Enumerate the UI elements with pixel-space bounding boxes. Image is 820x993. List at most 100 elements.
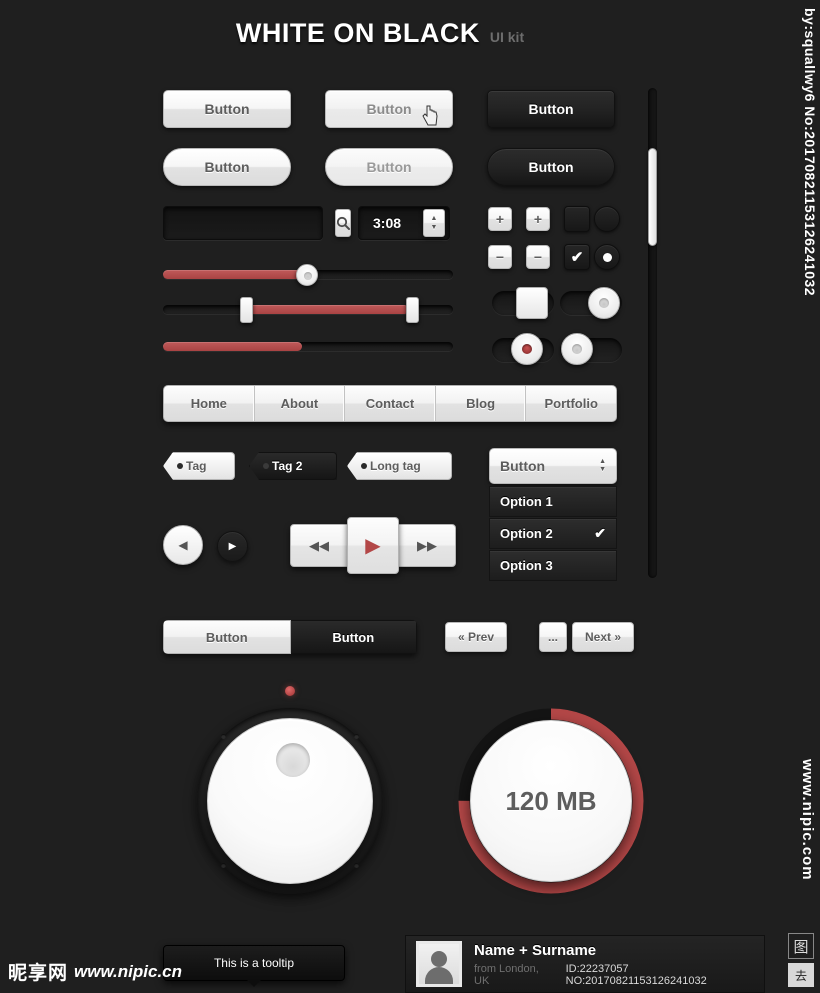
profile-card: Name + Surname from London, UK ID:222370… bbox=[405, 935, 765, 993]
radio-checked[interactable] bbox=[594, 244, 620, 270]
watermark-logo-icon-2: 去 bbox=[788, 963, 814, 987]
checkbox-checked[interactable]: ✔ bbox=[564, 244, 590, 270]
tooltip: This is a tooltip bbox=[163, 945, 345, 987]
dropdown-list: Option 1 Option 2 ✔ Option 3 bbox=[489, 486, 617, 582]
dropdown-label: Button bbox=[500, 458, 546, 474]
watermark-logo-icon: 图 bbox=[788, 933, 814, 959]
rewind-button[interactable]: ◀◀ bbox=[290, 524, 348, 567]
toggle-round-red-handle[interactable] bbox=[511, 333, 543, 365]
arrow-right-icon: ▶ bbox=[228, 541, 237, 552]
watermark-site-vertical: www.nipic.com bbox=[799, 759, 816, 881]
forward-button[interactable]: ▶▶ bbox=[398, 524, 456, 567]
magnifier-glyph bbox=[336, 216, 350, 230]
nav-item-portfolio[interactable]: Portfolio bbox=[526, 386, 616, 421]
dial-screw-icon bbox=[354, 734, 359, 739]
nav-item-about[interactable]: About bbox=[255, 386, 346, 421]
stepper-minus-button-1[interactable]: − bbox=[488, 245, 512, 269]
scrollbar-thumb[interactable] bbox=[648, 148, 657, 246]
button-square-dark[interactable]: Button bbox=[487, 90, 615, 128]
fast-forward-icon: ▶▶ bbox=[417, 537, 437, 553]
segmented-control: Button Button bbox=[163, 620, 417, 654]
watermark-brand-logo: 昵享网 bbox=[8, 962, 69, 984]
tooltip-text: This is a tooltip bbox=[213, 956, 295, 970]
ui-kit-canvas: WHITE ON BLACK UI kit Button Button Butto… bbox=[0, 0, 820, 993]
avatar-head-icon bbox=[431, 951, 447, 967]
storage-gauge: 120 MB bbox=[470, 720, 632, 882]
toggle-handle-dimple-icon bbox=[572, 344, 582, 354]
next-circle-button[interactable]: ▶ bbox=[217, 531, 248, 562]
knob-indicator-icon bbox=[276, 743, 310, 777]
button-square-light-hover[interactable]: Button bbox=[325, 90, 453, 128]
caret-up-icon[interactable]: ▲ bbox=[431, 215, 438, 222]
search-input[interactable] bbox=[164, 216, 335, 230]
nav-item-contact[interactable]: Contact bbox=[345, 386, 436, 421]
page-title-sub: UI kit bbox=[489, 29, 525, 45]
nav-item-blog[interactable]: Blog bbox=[436, 386, 527, 421]
tag-label: Tag bbox=[186, 459, 207, 473]
profile-text: Name + Surname from London, UK ID:222370… bbox=[474, 942, 754, 987]
tag-label: Long tag bbox=[370, 459, 421, 473]
scrollbar-track[interactable] bbox=[648, 88, 657, 578]
page-title-main: WHITE ON BLACK bbox=[235, 18, 480, 48]
toggle-round-off-handle[interactable] bbox=[561, 333, 593, 365]
toggle-round-on-handle[interactable] bbox=[588, 287, 620, 319]
pagination-prev-button[interactable]: « Prev bbox=[445, 622, 508, 652]
range-slider-handle-end[interactable] bbox=[406, 297, 419, 323]
stepper-minus-button-2[interactable]: − bbox=[526, 245, 550, 269]
chevron-updown-icon: ▲ ▼ bbox=[599, 458, 606, 473]
segment-button-active[interactable]: Button bbox=[163, 620, 291, 654]
pagination-next-button[interactable]: Next » bbox=[572, 622, 635, 652]
profile-id: ID:22237057 NO:20170821153126241032 bbox=[565, 962, 707, 987]
progress-slider-fill bbox=[163, 342, 303, 351]
tooltip-arrow-icon bbox=[247, 980, 261, 987]
page-title: WHITE ON BLACK UI kit bbox=[0, 18, 760, 49]
dropdown-button[interactable]: Button ▲ ▼ bbox=[489, 448, 617, 484]
time-spinner[interactable]: 3:08 ▲ ▼ bbox=[358, 206, 450, 240]
volume-knob[interactable] bbox=[207, 718, 373, 884]
watermark-brand-url: www.nipic.cn bbox=[74, 961, 183, 981]
stepper-plus-button-1[interactable]: + bbox=[488, 207, 512, 231]
toggle-handle-dimple-icon bbox=[599, 298, 609, 308]
play-button[interactable]: ▶ bbox=[347, 517, 399, 574]
progress-slider-track[interactable] bbox=[163, 342, 453, 351]
toggle-square-on-handle[interactable] bbox=[516, 287, 548, 319]
navbar: Home About Contact Blog Portfolio bbox=[163, 385, 617, 422]
dropdown-option-2[interactable]: Option 2 ✔ bbox=[489, 518, 617, 549]
dropdown-option-1[interactable]: Option 1 bbox=[489, 486, 617, 517]
checkbox-unchecked[interactable] bbox=[564, 206, 590, 232]
avatar-body-icon bbox=[425, 967, 453, 984]
dropdown-option-label: Option 1 bbox=[500, 494, 553, 509]
watermark-brand: 昵享网 www.nipic.cn bbox=[8, 958, 182, 985]
play-icon: ▶ bbox=[365, 535, 381, 557]
radio-unchecked[interactable] bbox=[594, 206, 620, 232]
tag-light-3[interactable]: Long tag bbox=[347, 452, 452, 480]
caret-down-icon[interactable]: ▼ bbox=[431, 224, 438, 231]
dropdown-option-3[interactable]: Option 3 bbox=[489, 550, 617, 581]
tag-dark-2[interactable]: Tag 2 bbox=[249, 452, 337, 480]
pagination-ellipsis-button[interactable]: ... bbox=[539, 622, 568, 652]
range-slider-handle-start[interactable] bbox=[240, 297, 253, 323]
spinner-buttons[interactable]: ▲ ▼ bbox=[423, 209, 445, 237]
button-pill-light[interactable]: Button bbox=[163, 148, 291, 186]
tag-light-1[interactable]: Tag bbox=[163, 452, 235, 480]
range-slider-fill bbox=[244, 305, 410, 314]
tag-label: Tag 2 bbox=[272, 459, 303, 473]
radio-dot-icon bbox=[602, 252, 612, 262]
single-slider-fill bbox=[163, 270, 303, 279]
segment-button-inactive[interactable]: Button bbox=[290, 620, 417, 654]
gauge-value-label: 120 MB bbox=[505, 785, 597, 816]
button-pill-dark[interactable]: Button bbox=[487, 148, 615, 186]
search-field[interactable] bbox=[163, 206, 351, 240]
tag-hole-icon bbox=[177, 463, 183, 469]
toggle-handle-red-dot-icon bbox=[522, 344, 532, 354]
single-slider-handle[interactable] bbox=[296, 264, 318, 286]
prev-circle-button[interactable]: ◀ bbox=[163, 525, 203, 565]
spinner-value: 3:08 bbox=[373, 215, 402, 231]
button-pill-light-hover[interactable]: Button bbox=[325, 148, 453, 186]
nav-item-home[interactable]: Home bbox=[164, 386, 255, 421]
button-square-light[interactable]: Button bbox=[163, 90, 291, 128]
watermark-author: by:squallwy6 No:20170821153126241032 bbox=[802, 8, 818, 297]
rewind-icon: ◀◀ bbox=[309, 537, 329, 553]
stepper-plus-button-2[interactable]: + bbox=[526, 207, 550, 231]
search-icon[interactable] bbox=[335, 209, 351, 237]
